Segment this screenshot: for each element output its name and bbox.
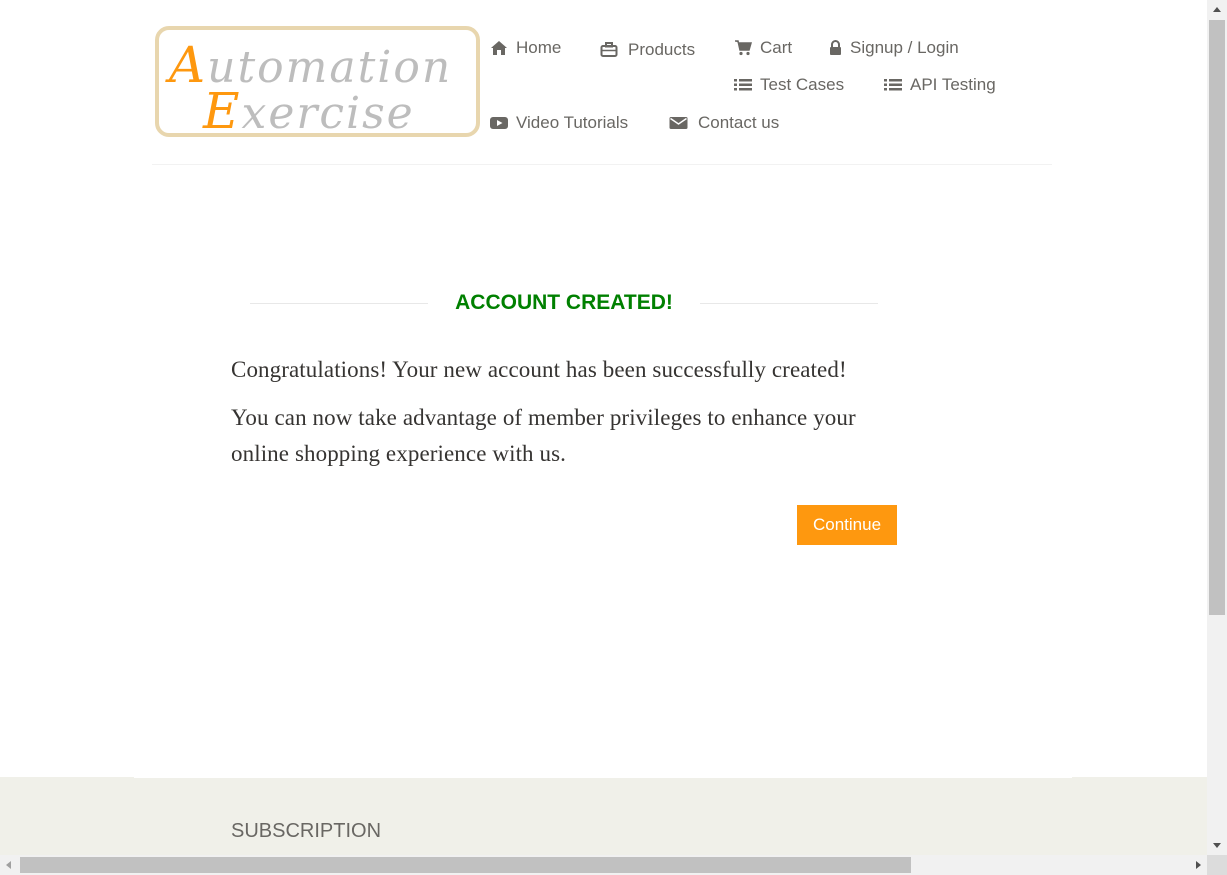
heading-rule-right: [700, 303, 878, 304]
scrollbar-corner: [1207, 855, 1227, 875]
heading-rule-left: [250, 303, 428, 304]
nav-home[interactable]: Home: [490, 38, 561, 58]
nav-api-testing[interactable]: API Testing: [884, 75, 996, 95]
congratulations-text: Congratulations! Your new account has be…: [231, 357, 847, 382]
footer: SUBSCRIPTION: [0, 777, 1207, 855]
horizontal-scroll-thumb[interactable]: [20, 857, 911, 873]
envelope-icon: [669, 115, 688, 131]
site-logo[interactable]: Automation Exercise: [155, 26, 480, 140]
subscription-title: SUBSCRIPTION: [231, 820, 382, 842]
member-privileges-text: You can now take advantage of member pri…: [231, 405, 856, 466]
logo-line-2: Exercise: [203, 82, 415, 140]
nav-api-testing-label: API Testing: [910, 75, 996, 94]
continue-button[interactable]: Continue: [797, 505, 897, 545]
scroll-left-icon[interactable]: [6, 861, 11, 869]
home-icon: [490, 40, 508, 56]
nav-signup-login-label: Signup / Login: [850, 38, 959, 57]
list-icon: [734, 77, 752, 93]
nav-cart-label: Cart: [760, 38, 793, 57]
lock-icon: [829, 40, 842, 56]
scroll-up-icon[interactable]: [1213, 7, 1221, 12]
account-created-title: ACCOUNT CREATED!: [455, 291, 673, 314]
nav-signup-login[interactable]: Signup / Login: [829, 38, 959, 58]
page-viewport: Automation Exercise Home Products Cart S…: [0, 0, 1207, 855]
youtube-play-icon: [490, 115, 508, 131]
nav-products-label: Products: [628, 40, 696, 59]
nav-products[interactable]: Products: [600, 40, 695, 60]
nav-test-cases[interactable]: Test Cases: [734, 75, 844, 95]
vertical-scrollbar[interactable]: [1207, 0, 1227, 855]
nav-cart[interactable]: Cart: [734, 38, 792, 58]
nav-contact-us[interactable]: Contact us: [669, 113, 779, 133]
nav-contact-us-label: Contact us: [698, 113, 780, 132]
nav-home-label: Home: [516, 38, 562, 57]
account-created-heading: ACCOUNT CREATED!: [250, 288, 878, 318]
briefcase-icon: [600, 42, 618, 58]
scroll-down-icon[interactable]: [1213, 843, 1221, 848]
vertical-scroll-thumb[interactable]: [1209, 20, 1225, 615]
list-icon: [884, 77, 902, 93]
nav-video-tutorials-label: Video Tutorials: [516, 113, 629, 132]
nav-test-cases-label: Test Cases: [760, 75, 845, 94]
horizontal-scrollbar[interactable]: [0, 855, 1207, 875]
header-divider: [152, 164, 1052, 165]
scroll-right-icon[interactable]: [1196, 861, 1201, 869]
cart-icon: [734, 40, 752, 56]
nav-video-tutorials[interactable]: Video Tutorials: [490, 113, 628, 133]
footer-divider: [134, 777, 1072, 778]
